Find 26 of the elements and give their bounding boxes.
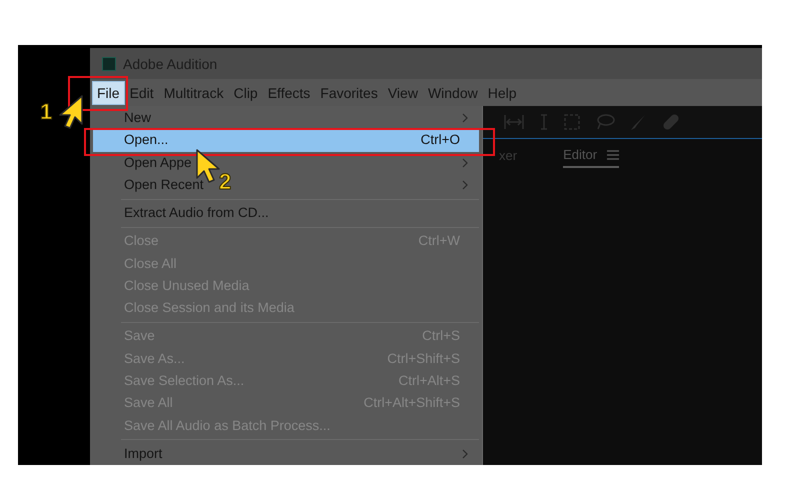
menu-item[interactable]: Effects <box>262 80 316 104</box>
menu-item[interactable]: Help <box>482 80 522 104</box>
menu-option[interactable]: Import <box>124 446 162 462</box>
step-number: 1 <box>40 101 52 123</box>
menu-option[interactable]: Open Recent <box>124 176 204 193</box>
lasso-icon <box>595 113 615 131</box>
menu-option[interactable]: Open... <box>124 132 168 148</box>
menu-item[interactable]: Window <box>422 80 483 104</box>
time-selection-icon <box>503 113 525 131</box>
menu-item[interactable]: Clip <box>228 80 263 104</box>
app-logo-icon <box>102 56 116 70</box>
marquee-icon <box>563 113 581 131</box>
cursor-icon <box>58 94 84 130</box>
menu-option[interactable]: Open Appe <box>124 154 192 171</box>
step-number: 2 <box>219 171 232 193</box>
panel-tab[interactable]: Editor <box>563 147 620 168</box>
menu-option[interactable]: Extract Audio from CD... <box>124 205 269 222</box>
menu-item[interactable]: Edit <box>124 80 159 104</box>
menu-option[interactable]: New <box>124 110 152 126</box>
menu-icon <box>607 150 620 160</box>
shortcut-label: Ctrl+O <box>420 132 460 148</box>
text-cursor-icon <box>539 113 549 131</box>
menu-item[interactable]: File <box>92 80 125 104</box>
menu-item[interactable]: Multitrack <box>158 80 229 104</box>
menu-item[interactable]: View <box>382 80 423 104</box>
menu-item[interactable]: Favorites <box>315 80 383 104</box>
